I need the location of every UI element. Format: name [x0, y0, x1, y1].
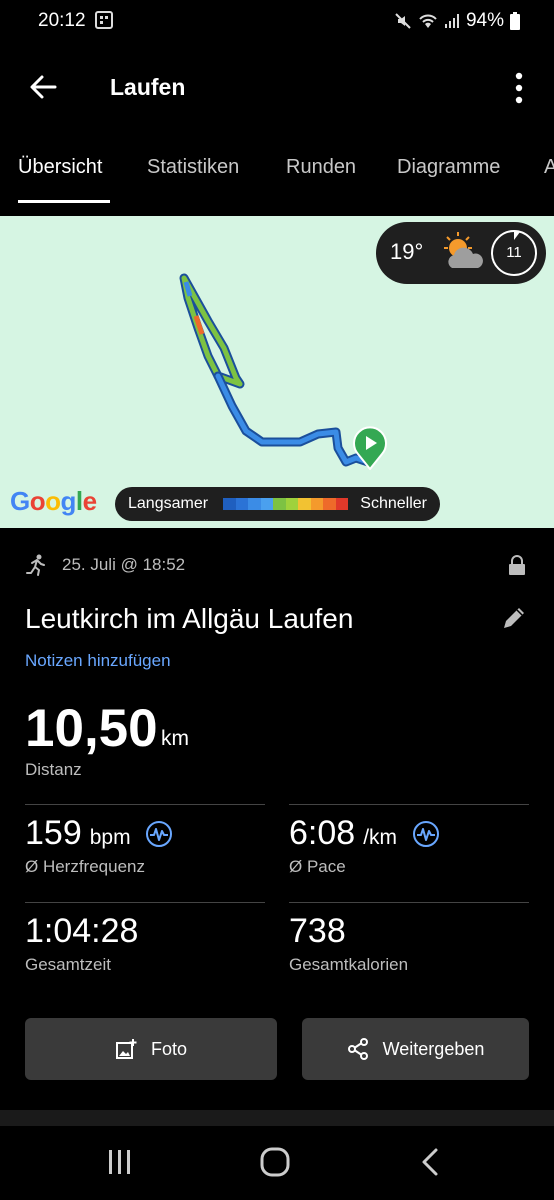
status-time: 20:12 — [38, 10, 86, 31]
add-photo-button[interactable]: Foto — [25, 1018, 277, 1080]
edit-pencil-icon[interactable] — [500, 604, 528, 637]
signal-icon — [444, 14, 459, 28]
back-arrow-icon[interactable] — [28, 72, 58, 107]
distance-value: 10,50 — [25, 699, 158, 758]
add-photo-label: Foto — [150, 1038, 188, 1059]
heart-rate-chart-icon[interactable] — [145, 820, 173, 853]
tab-overview[interactable]: Übersicht — [18, 156, 102, 179]
pace-unit: /km — [363, 826, 398, 849]
page-title: Laufen — [110, 74, 186, 100]
battery-percent: 94% — [465, 10, 504, 31]
tab-bar: Übersicht Statistiken Runden Diagramme A — [0, 150, 554, 204]
heart-rate-unit: bpm — [89, 826, 131, 849]
home-icon[interactable] — [259, 1146, 291, 1183]
lock-icon[interactable] — [507, 554, 527, 581]
wifi-icon — [419, 14, 437, 28]
weather-temperature: 19° — [390, 239, 424, 264]
running-icon — [25, 553, 49, 582]
back-nav-icon[interactable] — [418, 1146, 442, 1183]
total-time-label: Gesamtzeit — [25, 955, 111, 974]
divider — [25, 902, 265, 903]
add-notes-link[interactable]: Notizen hinzufügen — [25, 651, 171, 671]
clock-icon: 11 — [489, 228, 539, 278]
pace-stat[interactable]: 6:08 /km — [289, 814, 397, 853]
notification-icon — [94, 10, 114, 35]
legend-fast-label: Schneller — [360, 495, 427, 512]
status-right: 94% — [394, 10, 520, 32]
active-tab-indicator — [18, 200, 110, 203]
tab-laps[interactable]: Runden — [286, 156, 356, 179]
start-marker-icon[interactable] — [352, 424, 388, 475]
share-icon — [347, 1038, 368, 1060]
tab-charts[interactable]: Diagramme — [397, 156, 500, 179]
clock-value: 11 — [506, 244, 522, 261]
activity-date: 25. Juli @ 18:52 — [62, 555, 186, 574]
divider — [289, 902, 529, 903]
tab-statistics[interactable]: Statistiken — [147, 156, 239, 179]
recent-apps-icon[interactable] — [106, 1148, 134, 1181]
heart-rate-stat[interactable]: 159 bpm — [25, 814, 131, 853]
content-bottom-strip — [0, 1110, 554, 1126]
share-label: Weitergeben — [382, 1038, 485, 1059]
partly-cloudy-icon — [438, 230, 486, 279]
legend-slow-label: Langsamer — [128, 495, 209, 512]
activity-title: Leutkirch im Allgäu Laufen — [25, 603, 354, 634]
system-nav-bar — [0, 1126, 554, 1200]
total-time-value: 1:04:28 — [25, 912, 139, 950]
calories-label: Gesamtkalorien — [289, 955, 409, 974]
route-map[interactable]: 19° 11 Google Langsamer Schneller — [0, 216, 554, 528]
more-options-icon[interactable] — [512, 72, 526, 109]
distance-label: Distanz — [25, 760, 82, 779]
google-logo: Google — [10, 486, 97, 516]
calories-value: 738 — [289, 912, 346, 950]
mute-icon — [395, 13, 411, 29]
heart-rate-label: Ø Herzfrequenz — [25, 857, 145, 876]
pace-value: 6:08 — [289, 814, 356, 852]
battery-icon — [510, 12, 520, 30]
divider — [25, 804, 265, 805]
add-photo-icon — [115, 1039, 137, 1059]
divider — [289, 804, 529, 805]
pace-color-scale — [223, 498, 348, 510]
weather-badge: 19° 11 — [376, 222, 546, 284]
pace-legend: Langsamer Schneller — [115, 487, 440, 521]
heart-rate-value: 159 — [25, 814, 82, 852]
pace-chart-icon[interactable] — [412, 820, 440, 853]
distance-unit: km — [161, 727, 189, 750]
tab-more[interactable]: A — [544, 156, 554, 179]
pace-label: Ø Pace — [289, 857, 346, 876]
share-button[interactable]: Weitergeben — [302, 1018, 529, 1080]
